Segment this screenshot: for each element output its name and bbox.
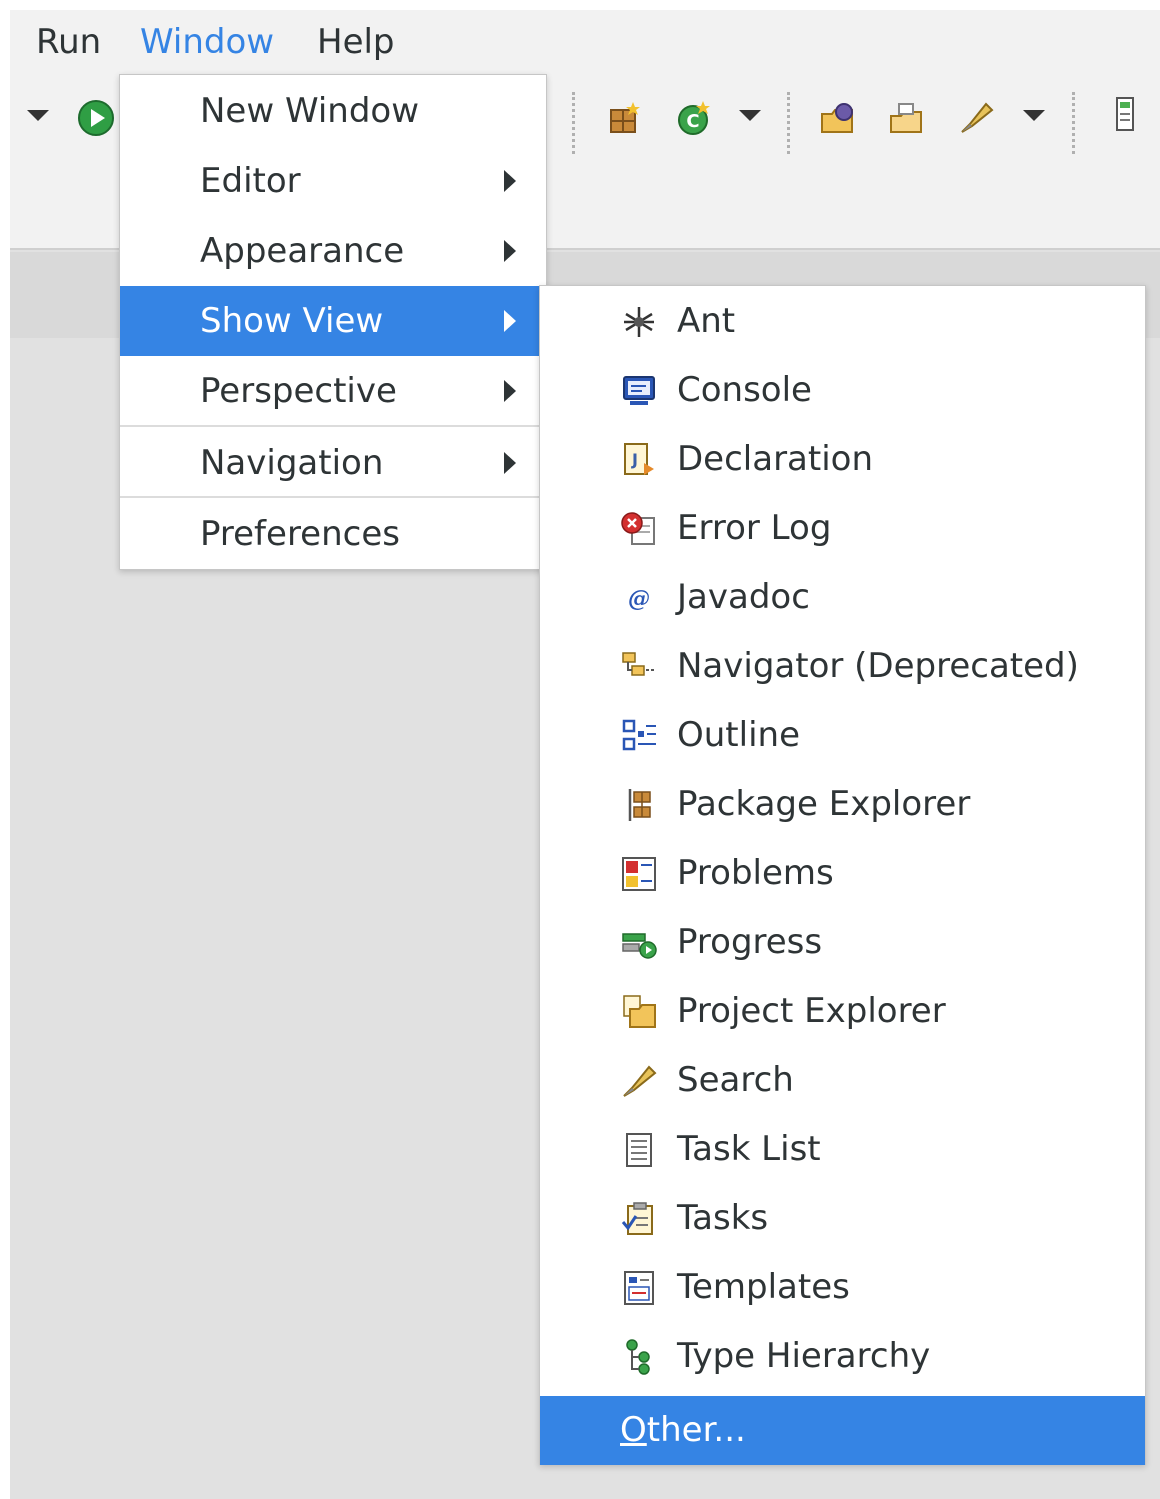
refresh-dropdown-arrow-icon[interactable]: [739, 110, 761, 121]
menu-item-declaration[interactable]: J Declaration: [540, 425, 1145, 494]
menu-item-label: Declaration: [677, 439, 874, 479]
menu-item-show-view[interactable]: Show View: [120, 286, 546, 356]
menu-item-perspective[interactable]: Perspective: [120, 356, 546, 426]
toolbar-separator: [572, 92, 575, 154]
toolbar-separator: [787, 92, 790, 154]
menu-item-label: Other...: [620, 1396, 746, 1465]
menu-item-package-explorer[interactable]: Package Explorer: [540, 770, 1145, 839]
refresh-icon[interactable]: C: [675, 98, 715, 138]
panel-icon[interactable]: [1106, 94, 1146, 134]
menu-item-error-log[interactable]: Error Log: [540, 494, 1145, 563]
menu-item-label: Preferences: [200, 514, 400, 554]
open-folder-icon[interactable]: [887, 98, 927, 138]
menu-help[interactable]: Help: [297, 10, 415, 74]
menu-item-label: Ant: [677, 301, 736, 341]
menu-bar: Run Window Help: [10, 10, 1160, 74]
search-dropdown-arrow-icon[interactable]: [1023, 110, 1045, 121]
progress-icon: [622, 933, 657, 959]
menu-item-type-hierarchy[interactable]: Type Hierarchy: [540, 1322, 1145, 1391]
submenu-arrow-icon: [504, 452, 516, 474]
console-icon: [623, 376, 655, 405]
package-explorer-icon: [628, 789, 651, 821]
menu-item-label: Task List: [677, 1129, 821, 1169]
new-class-icon[interactable]: [605, 98, 645, 138]
menu-item-label: Templates: [677, 1267, 850, 1307]
svg-text:J: J: [631, 450, 638, 469]
menu-item-label: Outline: [677, 715, 801, 755]
menu-item-navigator[interactable]: Navigator (Deprecated): [540, 632, 1145, 701]
window-menu: New Window Editor Appearance Show View P…: [119, 74, 547, 570]
menu-item-label: Show View: [200, 301, 384, 341]
menu-item-outline[interactable]: Outline: [540, 701, 1145, 770]
menu-item-label: Type Hierarchy: [677, 1336, 931, 1376]
menu-item-label: Navigation: [200, 443, 384, 483]
error-log-icon: [621, 512, 655, 545]
menu-item-label: Editor: [200, 161, 301, 201]
menu-item-project-explorer[interactable]: Project Explorer: [540, 977, 1145, 1046]
menu-item-label: Navigator (Deprecated): [677, 646, 1079, 686]
javadoc-icon: @: [628, 586, 650, 612]
toolbar-separator: [1072, 92, 1075, 154]
menu-item-label: Tasks: [677, 1198, 769, 1238]
menu-item-label: Perspective: [200, 371, 397, 411]
toolbar-dropdown-arrow-icon[interactable]: [27, 110, 49, 121]
menu-item-tasks[interactable]: Tasks: [540, 1184, 1145, 1253]
submenu-arrow-icon: [504, 310, 516, 332]
menu-item-label: Progress: [677, 922, 823, 962]
menu-item-problems[interactable]: Problems: [540, 839, 1145, 908]
menu-item-label: Error Log: [677, 508, 832, 548]
menu-window[interactable]: Window: [120, 10, 294, 74]
outline-icon: [622, 719, 656, 751]
mnemonic-letter: O: [620, 1410, 647, 1450]
submenu-arrow-icon: [504, 170, 516, 192]
search-icon: [623, 1065, 657, 1097]
menu-item-console[interactable]: Console: [540, 356, 1145, 425]
menu-item-other[interactable]: Other...: [540, 1396, 1145, 1465]
menu-item-label: Problems: [677, 853, 834, 893]
menu-separator: [120, 496, 546, 498]
project-explorer-icon: [623, 995, 656, 1028]
run-icon[interactable]: [76, 98, 116, 138]
submenu-arrow-icon: [504, 240, 516, 262]
declaration-icon: J: [624, 443, 654, 475]
menu-separator: [120, 425, 546, 427]
menu-item-task-list[interactable]: Task List: [540, 1115, 1145, 1184]
ant-icon: [624, 307, 654, 337]
search-icon[interactable]: [956, 98, 996, 138]
menu-item-preferences[interactable]: Preferences: [120, 499, 546, 569]
open-type-icon[interactable]: [818, 98, 858, 138]
menu-item-label: Package Explorer: [677, 784, 971, 824]
task-list-icon: [626, 1133, 652, 1167]
menu-item-editor[interactable]: Editor: [120, 146, 546, 216]
menu-item-javadoc[interactable]: @ Javadoc: [540, 563, 1145, 632]
menu-item-appearance[interactable]: Appearance: [120, 216, 546, 286]
menu-item-label-rest: ther...: [646, 1410, 746, 1450]
menu-run[interactable]: Run: [16, 10, 121, 74]
menu-item-label: Appearance: [200, 231, 405, 271]
menu-item-label: Project Explorer: [677, 991, 946, 1031]
menu-item-label: Javadoc: [677, 577, 810, 617]
menu-item-label: Search: [677, 1060, 794, 1100]
menu-item-progress[interactable]: Progress: [540, 908, 1145, 977]
svg-text:@: @: [628, 586, 650, 612]
menu-item-search[interactable]: Search: [540, 1046, 1145, 1115]
problems-icon: [622, 857, 656, 891]
menu-item-new-window[interactable]: New Window: [120, 76, 546, 146]
menu-item-ant[interactable]: Ant: [540, 287, 1145, 356]
templates-icon: [624, 1271, 654, 1305]
show-view-submenu: Ant Console J Declaration Error Log @ Ja…: [539, 285, 1146, 1465]
tasks-icon: [621, 1202, 653, 1235]
menu-item-label: New Window: [200, 91, 420, 131]
navigator-icon: [622, 652, 656, 676]
submenu-arrow-icon: [504, 380, 516, 402]
menu-item-templates[interactable]: Templates: [540, 1253, 1145, 1322]
menu-item-label: Console: [677, 370, 812, 410]
menu-item-navigation[interactable]: Navigation: [120, 428, 546, 498]
svg-text:C: C: [686, 111, 699, 132]
type-hierarchy-icon: [626, 1339, 650, 1375]
